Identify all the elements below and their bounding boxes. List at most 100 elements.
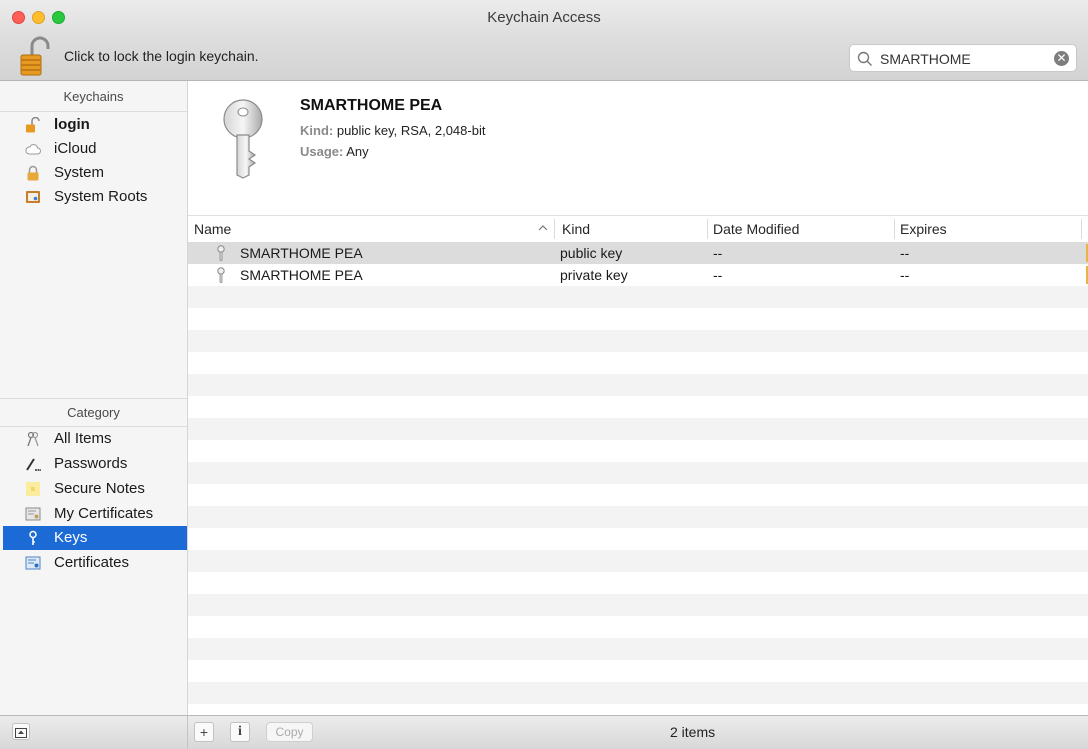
- empty-row: [188, 594, 1088, 616]
- empty-row: [188, 462, 1088, 484]
- certificate-folder-icon: [26, 191, 40, 203]
- empty-row: [188, 682, 1088, 704]
- sidebar: Keychains login iCloud System System Roo…: [0, 81, 188, 715]
- empty-row: [188, 484, 1088, 506]
- empty-row: [188, 638, 1088, 660]
- empty-row: [188, 704, 1088, 715]
- pen-icon: [26, 458, 41, 471]
- column-header-expires[interactable]: Expires: [900, 216, 947, 242]
- usage-value: Any: [346, 144, 369, 159]
- sidebar-item-label: login: [54, 116, 90, 133]
- column-separator[interactable]: [894, 219, 895, 239]
- sidebar-item-label: Secure Notes: [54, 480, 145, 497]
- sidebar-item-icloud[interactable]: iCloud: [3, 137, 187, 161]
- sidebar-item-passwords[interactable]: Passwords: [3, 452, 187, 476]
- cloud-icon: [25, 144, 41, 155]
- key-icon: [217, 245, 225, 261]
- sidebar-item-keys[interactable]: Keys: [3, 526, 187, 550]
- empty-row: [188, 352, 1088, 374]
- clear-search-icon[interactable]: ✕: [1054, 51, 1069, 66]
- item-count-status: 2 items: [670, 724, 716, 740]
- sidebar-item-label: System: [54, 164, 105, 181]
- certificate-icon: [25, 556, 41, 570]
- sort-ascending-icon[interactable]: [538, 223, 548, 233]
- info-button[interactable]: i: [230, 722, 250, 742]
- cell-date-modified: --: [713, 267, 723, 283]
- item-detail-panel: SMARTHOME PEA Kind: public key, RSA, 2,0…: [188, 81, 1088, 215]
- column-header-name[interactable]: Name: [194, 216, 231, 242]
- add-item-button[interactable]: +: [194, 722, 214, 742]
- sidebar-item-label: My Certificates: [54, 505, 154, 522]
- padlock-icon: [27, 165, 39, 181]
- sidebar-item-login[interactable]: login: [3, 113, 187, 137]
- column-header-kind[interactable]: Kind: [562, 216, 590, 242]
- title-bar: Keychain Access: [0, 0, 1088, 36]
- sidebar-item-label: All Items: [54, 430, 112, 447]
- cell-kind: private key: [560, 267, 628, 283]
- sidebar-item-label: Certificates: [54, 554, 130, 571]
- cell-date-modified: --: [713, 245, 723, 261]
- key-icon: [29, 530, 37, 545]
- certificate-icon: [25, 507, 41, 521]
- keychains-header: Keychains: [63, 89, 124, 104]
- category-header: Category: [67, 405, 120, 420]
- column-separator[interactable]: [707, 219, 708, 239]
- column-separator[interactable]: [554, 219, 555, 239]
- sidebar-item-system-roots[interactable]: System Roots: [3, 185, 187, 209]
- unlocked-padlock-icon[interactable]: [18, 36, 52, 78]
- item-kind-row: Kind: public key, RSA, 2,048-bit: [300, 123, 485, 138]
- unlocked-padlock-icon: [26, 117, 40, 133]
- table-row[interactable]: SMARTHOME PEA private key -- --: [188, 264, 1088, 286]
- copy-button[interactable]: Copy: [266, 722, 313, 742]
- empty-row: [188, 506, 1088, 528]
- sidebar-item-system[interactable]: System: [3, 161, 187, 185]
- keys-icon: [27, 431, 39, 447]
- sidebar-item-secure-notes[interactable]: Secure Notes: [3, 477, 187, 501]
- empty-row: [188, 550, 1088, 572]
- empty-row: [188, 374, 1088, 396]
- cell-name: SMARTHOME PEA: [240, 245, 363, 261]
- note-icon: [26, 482, 40, 496]
- empty-row: [188, 660, 1088, 682]
- divider: [0, 111, 187, 112]
- column-separator[interactable]: [1081, 219, 1082, 239]
- cell-kind: public key: [560, 245, 623, 261]
- usage-label: Usage:: [300, 144, 344, 159]
- keychain-access-window: Keychain Access Click to lock the login …: [0, 0, 1088, 749]
- kind-value: public key, RSA, 2,048-bit: [336, 123, 486, 138]
- empty-row: [188, 330, 1088, 352]
- empty-row: [188, 528, 1088, 550]
- search-field[interactable]: ✕: [849, 44, 1077, 72]
- sidebar-item-label: System Roots: [54, 188, 148, 205]
- table-header: Name Kind Date Modified Expires: [188, 215, 1088, 243]
- table-row[interactable]: SMARTHOME PEA public key -- --: [188, 242, 1088, 264]
- empty-row: [188, 286, 1088, 308]
- sidebar-footer: [0, 716, 188, 749]
- column-header-date-modified[interactable]: Date Modified: [713, 216, 799, 242]
- toggle-sidebar-button[interactable]: [12, 723, 30, 740]
- search-icon: [857, 51, 872, 66]
- cell-expires: --: [900, 267, 910, 283]
- table-body: SMARTHOME PEA public key -- -- SMARTHOME…: [188, 242, 1088, 715]
- sidebar-item-label: iCloud: [54, 140, 97, 157]
- empty-row: [188, 308, 1088, 330]
- sidebar-item-all-items[interactable]: All Items: [3, 427, 187, 451]
- empty-row: [188, 418, 1088, 440]
- cell-expires: --: [900, 245, 910, 261]
- item-usage-row: Usage: Any: [300, 144, 369, 159]
- sidebar-item-certificates[interactable]: Certificates: [3, 551, 187, 575]
- empty-row: [188, 396, 1088, 418]
- search-input[interactable]: [878, 48, 1052, 70]
- toolbar: Click to lock the login keychain. ✕: [0, 36, 1088, 81]
- eject-icon: [15, 728, 27, 738]
- item-name: SMARTHOME PEA: [300, 97, 443, 114]
- bottom-bar: + i Copy 2 items: [0, 715, 1088, 749]
- empty-row: [188, 616, 1088, 638]
- key-icon: [217, 267, 225, 283]
- lock-message[interactable]: Click to lock the login keychain.: [64, 48, 259, 64]
- key-icon: [223, 99, 263, 179]
- sidebar-item-label: Keys: [54, 529, 88, 546]
- sidebar-item-my-certificates[interactable]: My Certificates: [3, 502, 187, 526]
- cell-name: SMARTHOME PEA: [240, 267, 363, 283]
- items-table: Name Kind Date Modified Expires SMARTHOM…: [188, 215, 1088, 715]
